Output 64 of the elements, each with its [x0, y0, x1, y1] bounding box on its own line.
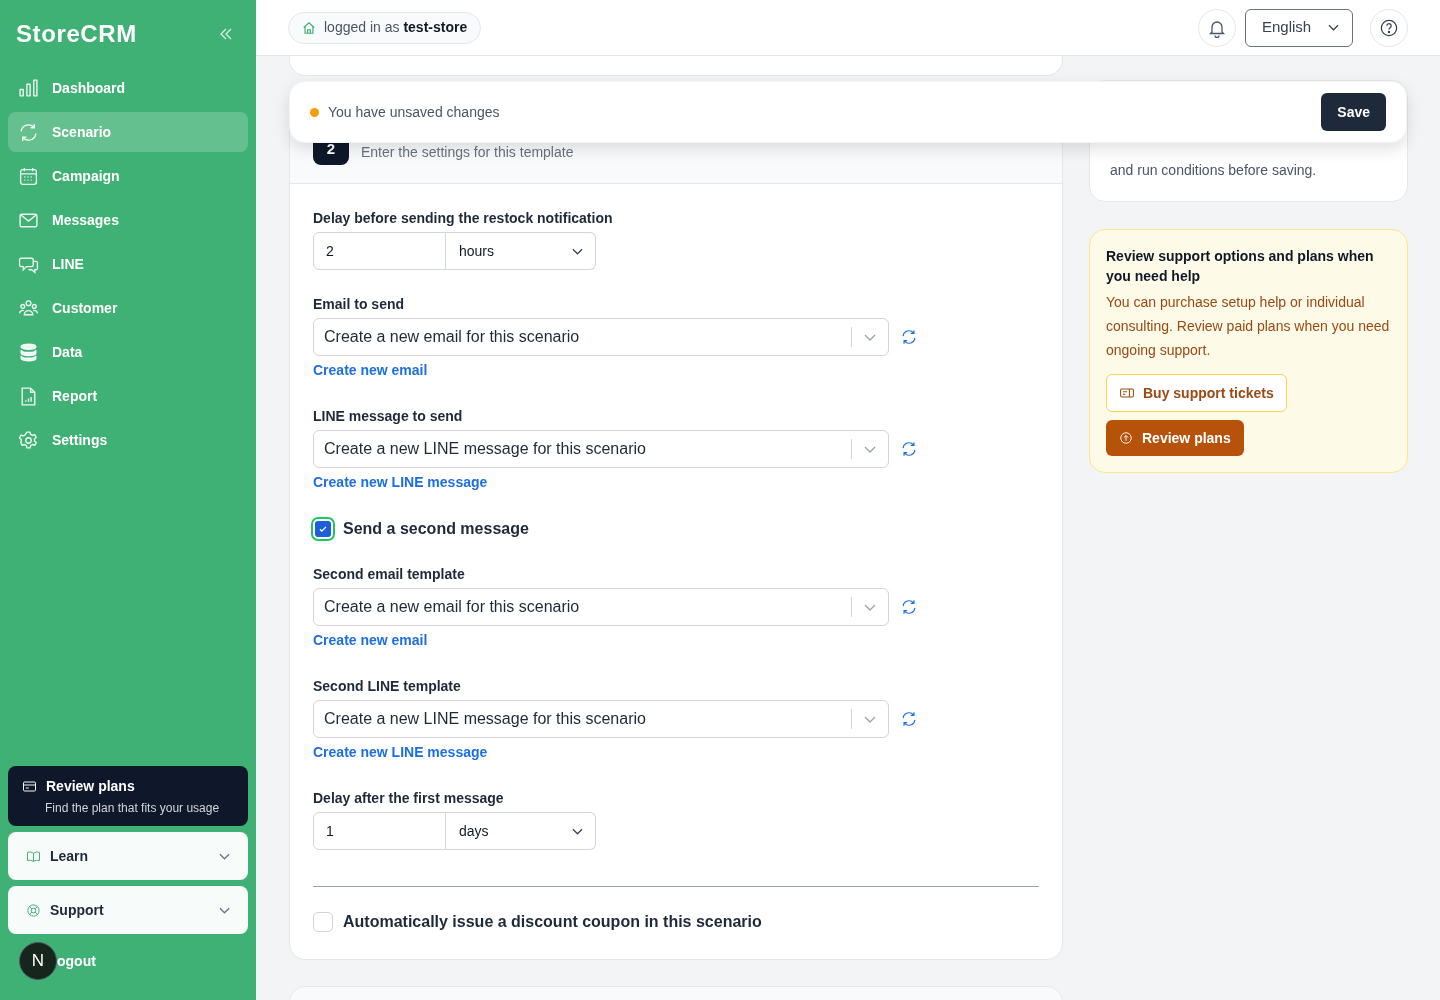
number-input[interactable]: 1 [313, 812, 446, 850]
chevron-down-icon [1328, 24, 1339, 31]
template-select[interactable]: Create a new LINE message for this scenario [313, 430, 889, 468]
section-subtitle: Enter the settings for this template [361, 143, 574, 162]
field-label: Email to send [313, 295, 406, 314]
calendar-icon [18, 165, 39, 187]
settings-icon [18, 429, 39, 451]
chevron-down-icon [219, 906, 230, 914]
template-select[interactable]: Create a new email for this scenario [313, 318, 889, 356]
unit-select[interactable]: hours [446, 232, 596, 270]
check-icon [317, 523, 329, 535]
number-input[interactable]: 2 [313, 232, 446, 270]
support-title: Review support options and plans when you need help [1106, 247, 1375, 286]
bar-chart-icon [18, 77, 39, 99]
refresh-icon [900, 598, 918, 616]
field-label: Second LINE template [313, 677, 462, 696]
field-label: Delay after the first message [313, 789, 505, 808]
review-plans-button[interactable]: Review plans [1106, 420, 1244, 456]
save-button[interactable]: Save [1321, 93, 1386, 131]
unsaved-message: You have unsaved changes [328, 102, 500, 122]
database-icon [18, 341, 39, 363]
create-link[interactable]: Create new email [313, 630, 428, 650]
checkbox[interactable] [313, 912, 333, 932]
banner-subtitle: Find the plan that fits your usage [44, 799, 221, 817]
template-select[interactable]: Create a new LINE message for this scenario [313, 700, 889, 738]
banner-title: Review plans [46, 776, 135, 796]
field-label: Delay before sending the restock notification [313, 209, 614, 228]
chevron-down-icon [572, 247, 583, 255]
chevron-down-icon [572, 827, 583, 835]
sync-icon [18, 121, 39, 143]
avatar[interactable]: N [19, 942, 57, 980]
help-icon [1380, 18, 1398, 37]
refresh-icon [900, 440, 918, 458]
chevron-down-icon [219, 852, 230, 860]
login-text: logged in as test-store [324, 18, 468, 37]
summary-text: and run conditions before saving. [1110, 161, 1318, 180]
support-text: You can purchase setup help or individual consulting. Review paid plans when you need ongoing support. [1106, 293, 1391, 360]
accordion-button[interactable]: Support [8, 886, 248, 934]
checkbox-label: Automatically issue a discount coupon in this scenario [343, 912, 762, 932]
home-icon [302, 20, 316, 35]
refresh-icon [900, 328, 918, 346]
accordion-button[interactable]: Learn [8, 832, 248, 880]
chevron-down-icon [864, 603, 876, 611]
field-label: LINE message to send [313, 407, 464, 426]
unit-select[interactable]: days [446, 812, 596, 850]
plans-banner[interactable]: Review plans Find the plan that fits your usage [8, 766, 248, 826]
chevron-down-icon [864, 445, 876, 453]
support-tickets-button[interactable]: Buy support tickets [1106, 374, 1287, 412]
book-icon [26, 848, 41, 864]
checkbox-label: Send a second message [343, 519, 529, 539]
create-link[interactable]: Create new LINE message [313, 742, 488, 762]
field-label: Second email template [313, 565, 466, 584]
create-link[interactable]: Create new email [313, 360, 428, 380]
create-link[interactable]: Create new LINE message [313, 472, 488, 492]
refresh-icon [900, 710, 918, 728]
brand-logo: StoreCRM [16, 19, 137, 49]
arrow-up-circle-icon [1119, 431, 1133, 445]
chevron-down-icon [864, 333, 876, 341]
ticket-icon [1119, 385, 1135, 401]
language-select[interactable]: English [1245, 8, 1353, 47]
template-select[interactable]: Create a new email for this scenario [313, 588, 889, 626]
lifebuoy-icon [26, 902, 41, 918]
chevron-down-icon [864, 715, 876, 723]
card-icon [22, 778, 37, 794]
